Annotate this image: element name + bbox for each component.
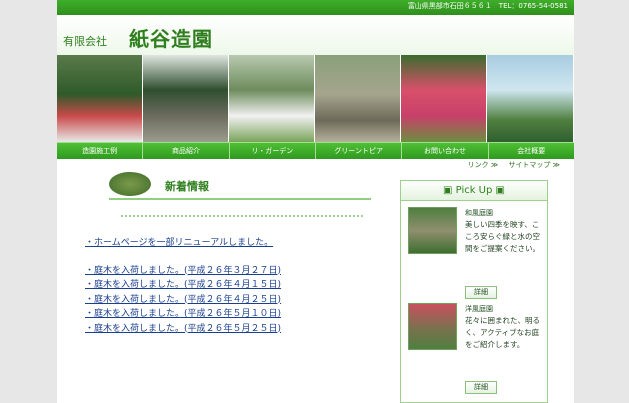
- detail-button[interactable]: 詳細: [465, 286, 497, 299]
- company-name[interactable]: 紙谷造園: [129, 23, 213, 52]
- wafu-garden-image[interactable]: [408, 207, 457, 254]
- pickup-item-desc: 花々に囲まれた、明るく、アクティブなお庭をご紹介します。: [465, 316, 540, 349]
- garden-photo-3: [229, 55, 315, 142]
- news-item[interactable]: ・庭木を入荷しました。(平成２６年４月１５日): [85, 278, 281, 293]
- nav-regarden[interactable]: リ・ガーデン: [230, 143, 316, 159]
- pickup-item-desc: 美しい四季を映す、こころ安らぐ緑と水の空間をご提案ください。: [465, 220, 540, 253]
- nav-contact[interactable]: お問い合わせ: [402, 143, 489, 159]
- garden-photo-4: [315, 55, 401, 142]
- news-item[interactable]: ・庭木を入荷しました。(平成２６年３月２７日): [85, 264, 281, 279]
- nav-greentopia[interactable]: グリーントピア: [316, 143, 403, 159]
- page: 富山県黒部市石田６５６１ TEL：0765-54-0581 有限会社 紙谷造園 …: [57, 0, 574, 403]
- address-text: 富山県黒部市石田６５６１ TEL：0765-54-0581: [407, 2, 568, 10]
- news-title: 新着情報: [165, 180, 209, 193]
- garden-photo-5: [401, 55, 487, 142]
- pickup-item-title: 洋風庭園: [465, 305, 493, 313]
- top-bar: 富山県黒部市石田６５６１ TEL：0765-54-0581: [57, 0, 574, 15]
- company-type: 有限会社: [63, 35, 107, 48]
- garden-photo-2: [143, 55, 229, 142]
- news-divider: [121, 215, 363, 217]
- link-links[interactable]: リンク ≫: [468, 161, 499, 169]
- detail-button[interactable]: 詳細: [465, 381, 497, 394]
- news-item[interactable]: ・庭木を入荷しました。(平成２６年５月２５日): [85, 322, 281, 337]
- header-photos: [57, 55, 574, 142]
- garden-photo-1: [57, 55, 143, 142]
- news-thumbnail: [109, 172, 151, 196]
- garden-photo-6: [487, 55, 573, 142]
- news-item[interactable]: ・庭木を入荷しました。(平成２６年４月２５日): [85, 293, 281, 308]
- pickup-title: ▣ Pick Up ▣: [401, 181, 547, 201]
- pickup-item-title: 和風庭園: [465, 209, 493, 217]
- news-header: 新着情報: [109, 172, 371, 200]
- yofu-garden-image[interactable]: [408, 303, 457, 350]
- logo-area[interactable]: 有限会社 紙谷造園: [57, 15, 574, 55]
- pickup-panel: ▣ Pick Up ▣ 和風庭園 美しい四季を映す、こころ安らぐ緑と水の空間をご…: [400, 180, 548, 403]
- nav-company[interactable]: 会社概要: [489, 143, 574, 159]
- news-item[interactable]: ・ホームページを一部リニューアルしました。: [85, 236, 281, 251]
- news-item[interactable]: ・庭木を入荷しました。(平成２６年５月１０日): [85, 307, 281, 322]
- nav-construction[interactable]: 造園施工例: [57, 143, 144, 159]
- news-list: ・ホームページを一部リニューアルしました。 ・庭木を入荷しました。(平成２６年３…: [85, 236, 281, 336]
- main-nav: 造園施工例 商品紹介 リ・ガーデン グリーントピア お問い合わせ 会社概要: [57, 142, 574, 159]
- sub-links: リンク ≫ サイトマップ ≫: [460, 160, 560, 170]
- link-sitemap[interactable]: サイトマップ ≫: [508, 161, 560, 169]
- nav-products[interactable]: 商品紹介: [143, 143, 230, 159]
